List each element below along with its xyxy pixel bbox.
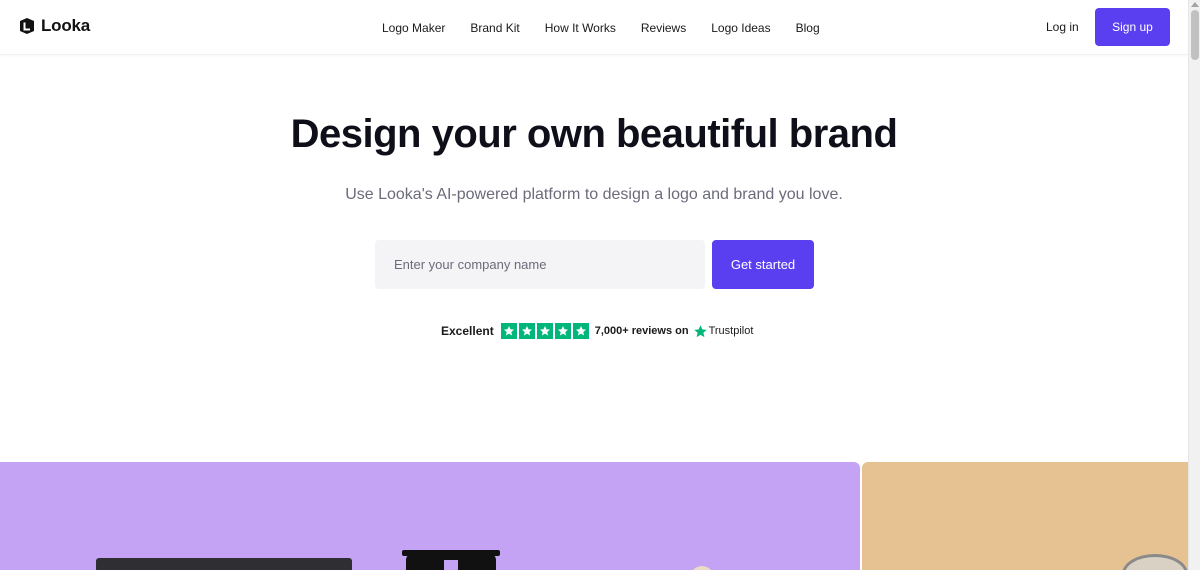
- star-icon: [518, 323, 535, 339]
- rating-label: Excellent: [441, 324, 494, 338]
- scroll-up-arrow-icon[interactable]: [1191, 2, 1199, 7]
- star-icon: [572, 323, 589, 339]
- company-name-input[interactable]: [375, 240, 705, 289]
- star-icon: [536, 323, 553, 339]
- scrollbar-thumb[interactable]: [1191, 10, 1199, 60]
- login-link[interactable]: Log in: [1046, 20, 1079, 34]
- signup-button[interactable]: Sign up: [1095, 8, 1170, 46]
- round-object-image: [690, 566, 714, 570]
- get-started-button[interactable]: Get started: [712, 240, 814, 289]
- reviews-count: 7,000+ reviews on: [594, 325, 689, 337]
- page-scrollbar[interactable]: [1188, 0, 1200, 570]
- nav-blog[interactable]: Blog: [796, 21, 820, 35]
- star-icon: [554, 323, 571, 339]
- nav-brand-kit[interactable]: Brand Kit: [470, 21, 519, 35]
- main-nav: Logo Maker Brand Kit How It Works Review…: [382, 0, 845, 55]
- nav-logo-ideas[interactable]: Logo Ideas: [711, 21, 770, 35]
- brand-name: Looka: [41, 16, 91, 35]
- nav-how-it-works[interactable]: How It Works: [545, 21, 616, 35]
- trustpilot-name: Trustpilot: [708, 325, 754, 337]
- star-icon: [500, 323, 517, 339]
- looka-logo[interactable]: Looka: [18, 16, 90, 36]
- cup-image: [1122, 554, 1188, 570]
- hero-title: Design your own beautiful brand: [290, 112, 898, 156]
- top-navbar: Looka Logo Maker Brand Kit How It Works …: [0, 0, 1188, 55]
- trustpilot-star-icon: [693, 324, 707, 337]
- nav-reviews[interactable]: Reviews: [641, 21, 686, 35]
- notebook-image: [96, 558, 352, 570]
- trustpilot-rating[interactable]: Excellent 7,000+ reviews on Trustpilot: [441, 323, 753, 339]
- nav-logo-maker[interactable]: Logo Maker: [382, 21, 445, 35]
- sunglasses-image: [402, 550, 500, 570]
- looka-logo-icon: [20, 18, 34, 34]
- rating-stars: [500, 323, 589, 339]
- showcase-image-tan: [862, 462, 1188, 570]
- hero-subtitle: Use Looka's AI-powered platform to desig…: [345, 186, 843, 203]
- showcase-image-purple: [0, 462, 860, 570]
